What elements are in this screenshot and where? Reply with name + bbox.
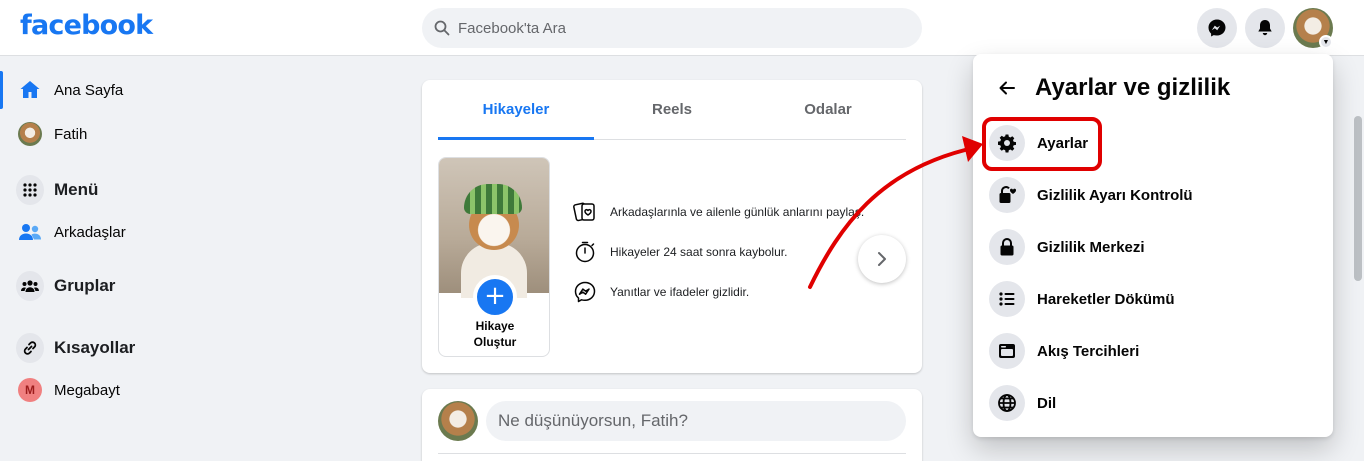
lock-icon: [989, 229, 1025, 265]
sidebar-item-label: Gruplar: [54, 276, 116, 295]
composer-avatar[interactable]: [438, 401, 478, 441]
arrow-left-icon: [999, 81, 1015, 95]
sidebar-item-profile[interactable]: Fatih: [8, 114, 278, 154]
notifications-button[interactable]: [1245, 8, 1285, 48]
sidebar-item-shortcuts[interactable]: Kısayollar: [8, 328, 278, 368]
story-info-text: Arkadaşlarınla ve ailenle günlük anların…: [610, 205, 865, 219]
story-photo: [439, 158, 549, 298]
story-info-row: Yanıtlar ve ifadeler gizlidir.: [572, 279, 749, 305]
menu-item-label: Hareketler Dökümü: [1037, 290, 1175, 308]
menu-item-privacy-center[interactable]: Gizlilik Merkezi: [981, 221, 1325, 273]
sidebar-item-home[interactable]: Ana Sayfa: [8, 70, 278, 110]
back-button[interactable]: [989, 70, 1025, 106]
user-avatar-wrap: [16, 120, 44, 148]
tab-rooms[interactable]: Odalar: [750, 80, 906, 139]
story-info-text: Yanıtlar ve ifadeler gizlidir.: [610, 285, 750, 299]
sidebar-item-menu[interactable]: Menü: [8, 170, 278, 210]
messenger-button[interactable]: [1197, 8, 1237, 48]
sidebar-item-friends[interactable]: Arkadaşlar: [8, 212, 278, 252]
cards-icon: [572, 199, 598, 225]
scrollbar-thumb[interactable]: [1354, 116, 1362, 281]
sidebar-item-label: Arkadaşlar: [54, 223, 126, 241]
create-story-label-line1: Hikaye: [475, 319, 515, 333]
messenger-icon: [1208, 19, 1226, 37]
chevron-right-icon: [878, 252, 886, 266]
bell-icon: [1258, 20, 1272, 36]
sidebar-item-label: Megabayt: [54, 381, 120, 399]
scrollbar[interactable]: [1352, 56, 1364, 461]
sidebar-item-label: Kısayollar: [54, 338, 136, 357]
create-story-card[interactable]: + Hikaye Oluştur: [438, 157, 550, 357]
annotation-highlight-box: [982, 117, 1102, 171]
messenger-icon: [572, 279, 598, 305]
sidebar-item-megabayt[interactable]: M Megabayt: [8, 370, 278, 410]
story-info-text: Hikayeler 24 saat sonra kaybolur.: [610, 245, 788, 259]
search-input[interactable]: [458, 19, 898, 37]
sidebar-item-label: Fatih: [54, 125, 88, 143]
sidebar-item-groups[interactable]: Gruplar: [8, 266, 278, 306]
menu-item-privacy-checkup[interactable]: Gizlilik Ayarı Kontrolü: [981, 169, 1325, 221]
grid-icon: [16, 175, 44, 205]
m-avatar-wrap: M: [16, 376, 44, 404]
composer-input[interactable]: Ne düşünüyorsun, Fatih?: [486, 401, 906, 441]
top-bar: facebook ▼: [0, 0, 1364, 56]
facebook-logo[interactable]: facebook: [20, 10, 153, 41]
post-composer: Ne düşünüyorsun, Fatih?: [422, 389, 922, 461]
home-icon: [16, 76, 44, 104]
m-avatar: M: [18, 378, 42, 402]
friends-icon: [16, 218, 44, 246]
story-info-row: Hikayeler 24 saat sonra kaybolur.: [572, 239, 787, 265]
globe-icon: [989, 385, 1025, 421]
menu-item-label: Gizlilik Ayarı Kontrolü: [1037, 186, 1193, 204]
active-indicator: [0, 71, 3, 109]
create-story-label: Hikaye Oluştur: [439, 318, 549, 350]
stories-card: Hikayeler Reels Odalar + Hikaye Oluştur …: [422, 80, 922, 373]
stories-tabs: Hikayeler Reels Odalar: [438, 80, 906, 140]
dog-hat: [464, 184, 522, 214]
search-icon: [434, 20, 450, 36]
user-avatar: [18, 122, 42, 146]
groups-icon: [16, 271, 44, 301]
menu-item-feed-preferences[interactable]: Akış Tercihleri: [981, 325, 1325, 377]
menu-header: Ayarlar ve gizlilik: [989, 70, 1230, 106]
tab-stories[interactable]: Hikayeler: [438, 80, 594, 140]
menu-title: Ayarlar ve gizlilik: [1035, 74, 1231, 101]
menu-item-activity-log[interactable]: Hareketler Dökümü: [981, 273, 1325, 325]
search-box[interactable]: [422, 8, 922, 48]
settings-privacy-menu: Ayarlar ve gizlilik Ayarlar Gizlilik Aya…: [973, 54, 1333, 437]
story-info-row: Arkadaşlarınla ve ailenle günlük anların…: [572, 199, 864, 225]
link-icon: [16, 333, 44, 363]
lock-heart-icon: [989, 177, 1025, 213]
create-story-label-line2: Oluştur: [473, 335, 517, 349]
timer-icon: [572, 239, 598, 265]
menu-item-language[interactable]: Dil: [981, 377, 1325, 429]
chevron-down-icon[interactable]: ▼: [1319, 35, 1333, 49]
list-icon: [989, 281, 1025, 317]
sidebar-item-label: Menü: [54, 180, 99, 199]
composer-divider: [438, 453, 906, 454]
feed-icon: [989, 333, 1025, 369]
tab-reels[interactable]: Reels: [594, 80, 750, 139]
menu-item-label: Gizlilik Merkezi: [1037, 238, 1145, 256]
sidebar-item-label: Ana Sayfa: [54, 81, 124, 99]
next-story-button[interactable]: [858, 235, 906, 283]
plus-icon[interactable]: +: [473, 275, 517, 319]
menu-item-label: Akış Tercihleri: [1037, 342, 1140, 360]
menu-item-label: Dil: [1037, 394, 1057, 412]
